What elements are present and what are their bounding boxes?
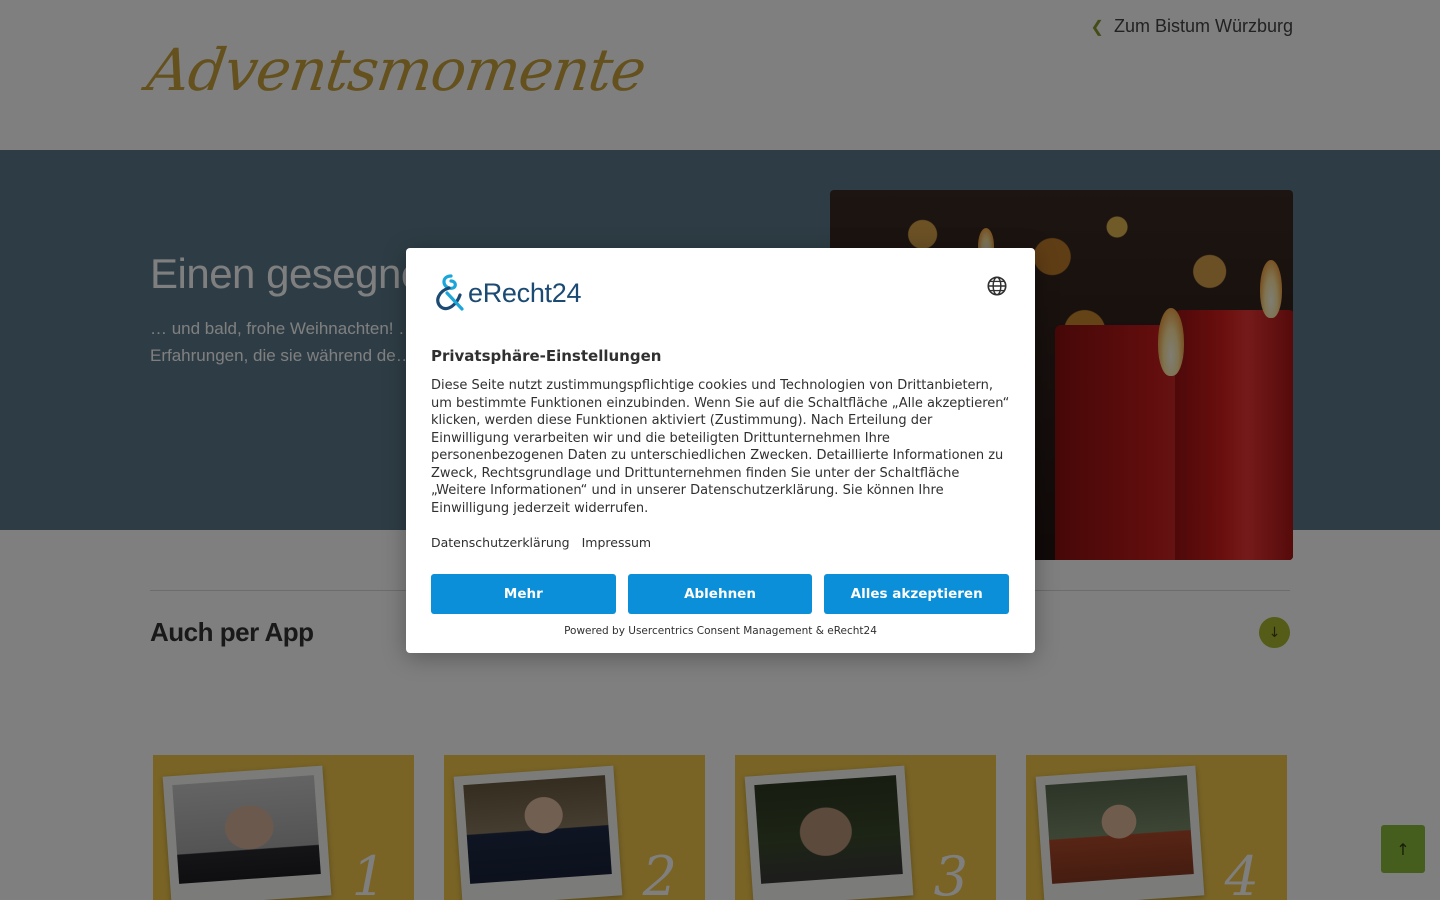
- imprint-link[interactable]: Impressum: [582, 535, 651, 550]
- accept-all-button[interactable]: Alles akzeptieren: [824, 574, 1010, 614]
- brand-name: eRecht24: [468, 277, 582, 308]
- more-button[interactable]: Mehr: [431, 574, 616, 614]
- privacy-policy-link[interactable]: Datenschutzerklärung: [431, 535, 570, 550]
- globe-icon[interactable]: [986, 275, 1008, 297]
- erecht24-mark-icon: [436, 274, 464, 311]
- powered-by-text: Powered by Usercentrics Consent Manageme…: [564, 625, 877, 637]
- consent-body-text: Diese Seite nutzt zustimmungspflichtige …: [431, 378, 1010, 516]
- erecht24-logo: eRecht24: [431, 273, 581, 313]
- consent-links: Datenschutzerklärung Impressum: [431, 535, 651, 550]
- consent-title: Privatsphäre-Einstellungen: [431, 347, 662, 365]
- consent-buttons: Mehr Ablehnen Alles akzeptieren: [431, 574, 1010, 614]
- deny-button[interactable]: Ablehnen: [627, 574, 813, 614]
- consent-dialog: eRecht24 Privatsphäre-Einstellungen Dies…: [406, 248, 1035, 653]
